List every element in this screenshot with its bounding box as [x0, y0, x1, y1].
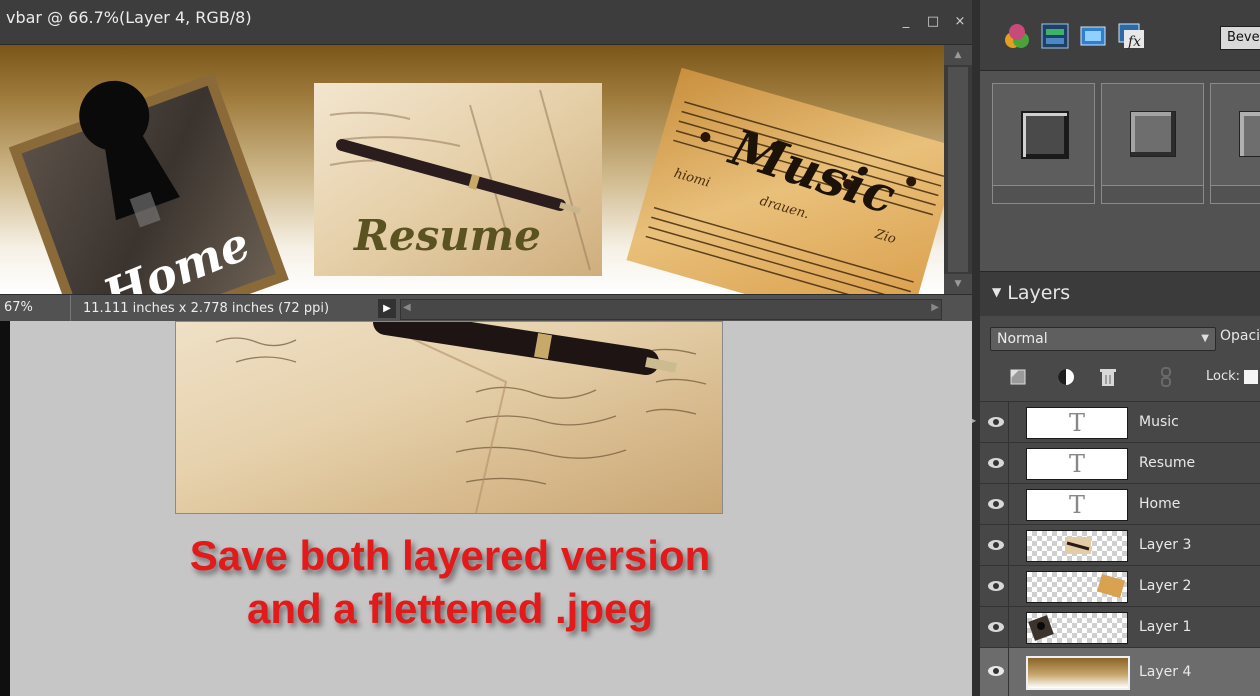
- blend-mode-select[interactable]: Normal ▼: [990, 327, 1216, 351]
- text-layer-icon: T: [1068, 491, 1085, 519]
- bevel-thumbnail-1-label: [992, 185, 1095, 204]
- blend-mode-value: Normal: [997, 331, 1048, 347]
- scroll-up-icon[interactable]: ▲: [944, 45, 972, 65]
- work-area: Save both layered version and a flettene…: [0, 321, 972, 696]
- color-filters-icon[interactable]: [1002, 21, 1032, 51]
- layer-thumbnail: [1026, 612, 1128, 644]
- bevel-thumbnail-3[interactable]: [1210, 83, 1260, 186]
- document-titlebar: vbar @ 66.7%(Layer 4, RGB/8) _ □ ×: [0, 0, 972, 45]
- left-edge-strip: [0, 321, 10, 696]
- layer-thumbnail: T: [1026, 489, 1128, 521]
- layer-name[interactable]: Layer 2: [1139, 566, 1191, 606]
- adjustment-layer-icon[interactable]: [1056, 366, 1076, 388]
- layers-panel-header[interactable]: ▼ Layers: [980, 271, 1260, 316]
- document-size: 11.111 inches x 2.778 inches (72 ppi): [70, 295, 339, 322]
- right-panel: ▶ fx Bevels ▼Layers Nor: [972, 0, 1260, 696]
- visibility-eye-icon[interactable]: [986, 618, 1006, 636]
- status-bar: 67% 11.111 inches x 2.778 inches (72 ppi…: [0, 294, 972, 322]
- scroll-left-icon[interactable]: ◀: [403, 302, 411, 313]
- effects-thumbnails: [980, 71, 1260, 271]
- zoom-level[interactable]: 67%: [4, 300, 33, 315]
- close-button[interactable]: ×: [952, 14, 968, 30]
- scroll-down-icon[interactable]: ▼: [944, 274, 972, 294]
- text-layer-icon: T: [1068, 450, 1085, 478]
- trash-icon[interactable]: [1098, 366, 1118, 388]
- layer-thumbnail: T: [1026, 448, 1128, 480]
- photo-effects-icon[interactable]: [1078, 21, 1108, 51]
- panel-expand-icon[interactable]: ▶: [972, 416, 976, 425]
- document-title: vbar @ 66.7%(Layer 4, RGB/8): [6, 8, 252, 27]
- layer-row-layer-4[interactable]: Layer 4: [980, 647, 1260, 696]
- panel-divider[interactable]: [972, 0, 980, 696]
- layer-tools-row: Lock:: [980, 360, 1260, 396]
- visibility-eye-icon[interactable]: [986, 577, 1006, 595]
- layer-name[interactable]: Layer 1: [1139, 607, 1191, 647]
- new-layer-icon[interactable]: [1008, 366, 1028, 388]
- lock-label: Lock:: [1206, 369, 1241, 384]
- scrollbar-track[interactable]: [948, 67, 968, 272]
- vertical-scrollbar[interactable]: ▲ ▼: [944, 45, 972, 294]
- visibility-eye-icon[interactable]: [986, 413, 1006, 431]
- text-layer-icon: T: [1068, 409, 1085, 437]
- status-menu-arrow-icon[interactable]: ▶: [378, 299, 396, 318]
- layer-name[interactable]: Music: [1139, 402, 1179, 442]
- resume-text: Resume: [353, 211, 541, 260]
- layer-name[interactable]: Layer 3: [1139, 525, 1191, 565]
- visibility-eye-icon[interactable]: [986, 454, 1006, 472]
- layer-row-layer-1[interactable]: Layer 1: [980, 606, 1260, 647]
- document-canvas[interactable]: Home Resume hiomi drauen. Zio Music: [0, 45, 944, 294]
- layer-name[interactable]: Layer 4: [1139, 648, 1191, 696]
- visibility-eye-icon[interactable]: [986, 662, 1006, 680]
- resume-image-preview: [175, 321, 723, 514]
- fx-effects-icon[interactable]: fx: [1116, 21, 1146, 51]
- bevel-thumbnail-3-label: [1210, 185, 1260, 204]
- layer-thumbnail: [1026, 656, 1130, 690]
- visibility-eye-icon[interactable]: [986, 495, 1006, 513]
- svg-text:fx: fx: [1127, 34, 1141, 50]
- layer-row-music[interactable]: T Music: [980, 401, 1260, 442]
- bevel-thumbnail-2-label: [1101, 185, 1204, 204]
- bevel-thumbnail-1[interactable]: [992, 83, 1095, 186]
- layer-name[interactable]: Resume: [1139, 443, 1195, 483]
- effects-category-select[interactable]: Bevels: [1220, 26, 1260, 50]
- layer-row-resume[interactable]: T Resume: [980, 442, 1260, 483]
- visibility-eye-icon[interactable]: [986, 536, 1006, 554]
- layer-styles-icon[interactable]: [1040, 21, 1070, 51]
- minimize-button[interactable]: _: [898, 14, 914, 30]
- effects-toolbar: fx Bevels: [980, 0, 1260, 71]
- layer-row-layer-2[interactable]: Layer 2: [980, 565, 1260, 606]
- layer-row-home[interactable]: T Home: [980, 483, 1260, 524]
- layer-name[interactable]: Home: [1139, 484, 1180, 524]
- bevel-thumbnail-2[interactable]: [1101, 83, 1204, 186]
- link-layers-icon[interactable]: [1156, 366, 1176, 388]
- layer-thumbnail: [1026, 530, 1128, 562]
- lock-transparency-checkbox[interactable]: [1244, 370, 1258, 384]
- scroll-right-icon[interactable]: ▶: [931, 302, 939, 313]
- horizontal-scrollbar[interactable]: ◀ ▶: [400, 299, 942, 320]
- layer-thumbnail: [1026, 571, 1128, 603]
- opacity-label: Opacity:: [1220, 328, 1260, 344]
- caption-line-2: and a flettened .jpeg: [246, 585, 654, 632]
- maximize-button[interactable]: □: [925, 14, 941, 30]
- caption-line-1: Save both layered version: [189, 532, 711, 579]
- instruction-caption: Save both layered version and a flettene…: [0, 529, 900, 635]
- layer-row-layer-3[interactable]: Layer 3: [980, 524, 1260, 565]
- layers-title: Layers: [1007, 282, 1071, 304]
- collapse-triangle-icon[interactable]: ▼: [992, 285, 1001, 299]
- layer-thumbnail: T: [1026, 407, 1128, 439]
- chevron-down-icon: ▼: [1201, 333, 1209, 344]
